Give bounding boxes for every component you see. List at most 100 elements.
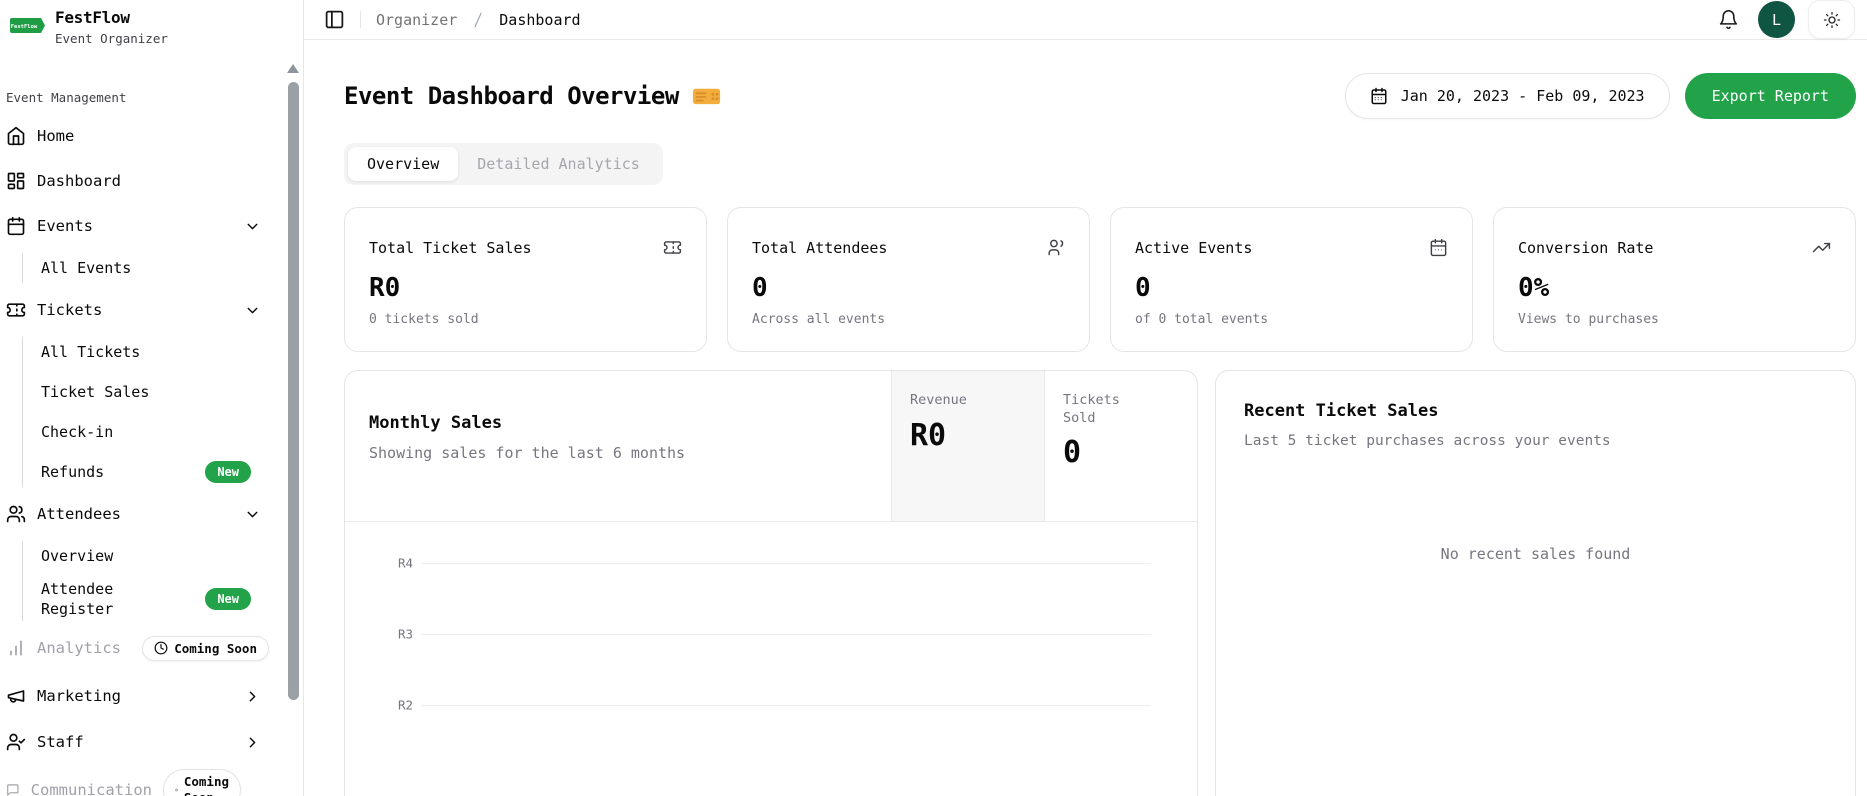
new-badge: New	[205, 588, 251, 610]
sidebar-item-analytics[interactable]: Analytics Coming Soon	[6, 633, 295, 663]
stat-cards: Total Ticket Sales R0 0 tickets sold Tot…	[344, 207, 1856, 352]
ticket-emoji	[692, 85, 721, 107]
sidebar-item-label: Ticket Sales	[41, 383, 149, 401]
sidebar-item-refunds[interactable]: Refunds New	[41, 457, 295, 487]
sidebar-item-all-events[interactable]: All Events	[41, 253, 295, 283]
stat-title: Total Ticket Sales	[369, 239, 532, 257]
chevron-right-icon	[244, 688, 261, 705]
calendar-icon	[1429, 238, 1448, 257]
sidebar-item-attendee-overview[interactable]: Overview	[41, 541, 295, 571]
calendar-icon	[6, 216, 26, 236]
sidebar-item-label: Tickets	[37, 301, 102, 319]
title-controls: Jan 20, 2023 - Feb 09, 2023 Export Repor…	[1345, 73, 1856, 119]
date-range-picker[interactable]: Jan 20, 2023 - Feb 09, 2023	[1345, 73, 1670, 119]
topbar-divider	[360, 11, 361, 28]
stat-title: Conversion Rate	[1518, 239, 1653, 257]
stat-sub: Across all events	[752, 312, 1065, 327]
page-title: Event Dashboard Overview	[344, 82, 721, 110]
user-avatar[interactable]: L	[1758, 1, 1795, 38]
toggle-value: 0	[1063, 435, 1179, 470]
monthly-sales-chart: R4 R3 R2	[345, 522, 1197, 796]
ticket-icon	[6, 300, 26, 320]
stat-value: R0	[369, 273, 682, 303]
y-axis-tick: R3	[389, 627, 413, 642]
stat-value: 0	[1135, 273, 1448, 303]
sidebar-item-label: Home	[37, 127, 74, 145]
sun-icon	[1823, 11, 1841, 29]
app: FestFlow FestFlow Event Organizer Event …	[0, 0, 1867, 796]
message-icon	[6, 780, 20, 796]
toggle-tickets-sold[interactable]: Tickets Sold 0	[1044, 371, 1197, 521]
sidebar-item-all-tickets[interactable]: All Tickets	[41, 337, 295, 367]
topbar: Organizer Dashboard L	[304, 0, 1867, 40]
scrollbar-up-arrow[interactable]	[287, 64, 299, 73]
clock-icon	[175, 783, 178, 796]
tab-detailed-analytics[interactable]: Detailed Analytics	[458, 147, 659, 181]
panel-left-icon	[324, 9, 345, 30]
y-axis-tick: R2	[389, 698, 413, 713]
sidebar-item-label: Attendee Register	[41, 579, 141, 620]
sidebar-sublist-tickets: All Tickets Ticket Sales Check-in Refund…	[22, 337, 295, 487]
user-check-icon	[6, 732, 26, 752]
theme-toggle-button[interactable]	[1808, 0, 1855, 39]
sidebar-item-dashboard[interactable]: Dashboard	[6, 166, 295, 196]
toggle-revenue[interactable]: Revenue R0	[891, 371, 1044, 521]
toggle-label: Tickets Sold	[1063, 392, 1141, 427]
sidebar-item-label: Dashboard	[37, 172, 121, 190]
sidebar-item-label: Refunds	[41, 463, 104, 481]
sidebar-item-ticket-sales[interactable]: Ticket Sales	[41, 377, 295, 407]
stat-card-active-events: Active Events 0 of 0 total events	[1110, 207, 1473, 352]
view-tabs: Overview Detailed Analytics	[344, 143, 663, 185]
sidebar-scrollbar[interactable]	[288, 82, 299, 700]
users-icon	[6, 504, 26, 524]
sidebar-item-label: Events	[37, 217, 93, 235]
brand[interactable]: FestFlow FestFlow Event Organizer	[6, 8, 303, 46]
tab-overview[interactable]: Overview	[348, 147, 458, 181]
sidebar-item-label: Overview	[41, 547, 113, 565]
sidebar-item-communication[interactable]: Communication Coming Soon	[6, 775, 295, 796]
coming-soon-badge: Coming Soon	[142, 636, 269, 661]
clock-icon	[154, 641, 168, 655]
monthly-sales-title: Monthly Sales	[369, 413, 867, 433]
sidebar-section-label: Event Management	[6, 90, 303, 105]
sidebar-item-label: Marketing	[37, 687, 121, 705]
sidebar-item-label: Check-in	[41, 423, 113, 441]
stat-title: Active Events	[1135, 239, 1252, 257]
export-report-button[interactable]: Export Report	[1685, 73, 1856, 119]
sidebar-item-events[interactable]: Events	[6, 211, 295, 241]
monthly-sales-header: Monthly Sales Showing sales for the last…	[345, 371, 1197, 522]
sidebar-nav: Home Dashboard Events All Events Tickets	[6, 121, 303, 796]
recent-ticket-sales-panel: Recent Ticket Sales Last 5 ticket purcha…	[1215, 370, 1856, 796]
stat-value: 0	[752, 273, 1065, 303]
sidebar-toggle-button[interactable]	[324, 9, 345, 30]
sidebar-item-home[interactable]: Home	[6, 121, 295, 151]
sidebar-item-marketing[interactable]: Marketing	[6, 681, 295, 711]
stat-card-total-ticket-sales: Total Ticket Sales R0 0 tickets sold	[344, 207, 707, 352]
calendar-icon	[1370, 87, 1388, 105]
sidebar: FestFlow FestFlow Event Organizer Event …	[0, 0, 304, 796]
chevron-right-icon	[244, 734, 261, 751]
stat-value: 0%	[1518, 273, 1831, 303]
breadcrumb-parent[interactable]: Organizer	[376, 11, 457, 29]
toggle-label: Revenue	[910, 392, 1026, 410]
sidebar-item-attendees[interactable]: Attendees	[6, 499, 295, 529]
sidebar-item-tickets[interactable]: Tickets	[6, 295, 295, 325]
y-axis-tick: R4	[389, 556, 413, 571]
sidebar-item-attendee-register[interactable]: Attendee Register New	[41, 577, 295, 621]
trending-up-icon	[1812, 238, 1831, 257]
brand-name: FestFlow	[55, 8, 168, 27]
sidebar-item-label: Communication	[31, 781, 152, 796]
notifications-button[interactable]	[1718, 9, 1739, 30]
sidebar-item-label: Attendees	[37, 505, 121, 523]
chevron-down-icon	[244, 506, 261, 523]
new-badge: New	[205, 461, 251, 483]
sidebar-item-check-in[interactable]: Check-in	[41, 417, 295, 447]
monthly-sales-panel: Monthly Sales Showing sales for the last…	[344, 370, 1198, 796]
sidebar-item-label: All Events	[41, 259, 131, 277]
sidebar-item-staff[interactable]: Staff	[6, 727, 295, 757]
sidebar-item-label: Staff	[37, 733, 84, 751]
dashboard-icon	[6, 171, 26, 191]
chevron-down-icon	[244, 218, 261, 235]
stat-sub: 0 tickets sold	[369, 312, 682, 327]
home-icon	[6, 126, 26, 146]
